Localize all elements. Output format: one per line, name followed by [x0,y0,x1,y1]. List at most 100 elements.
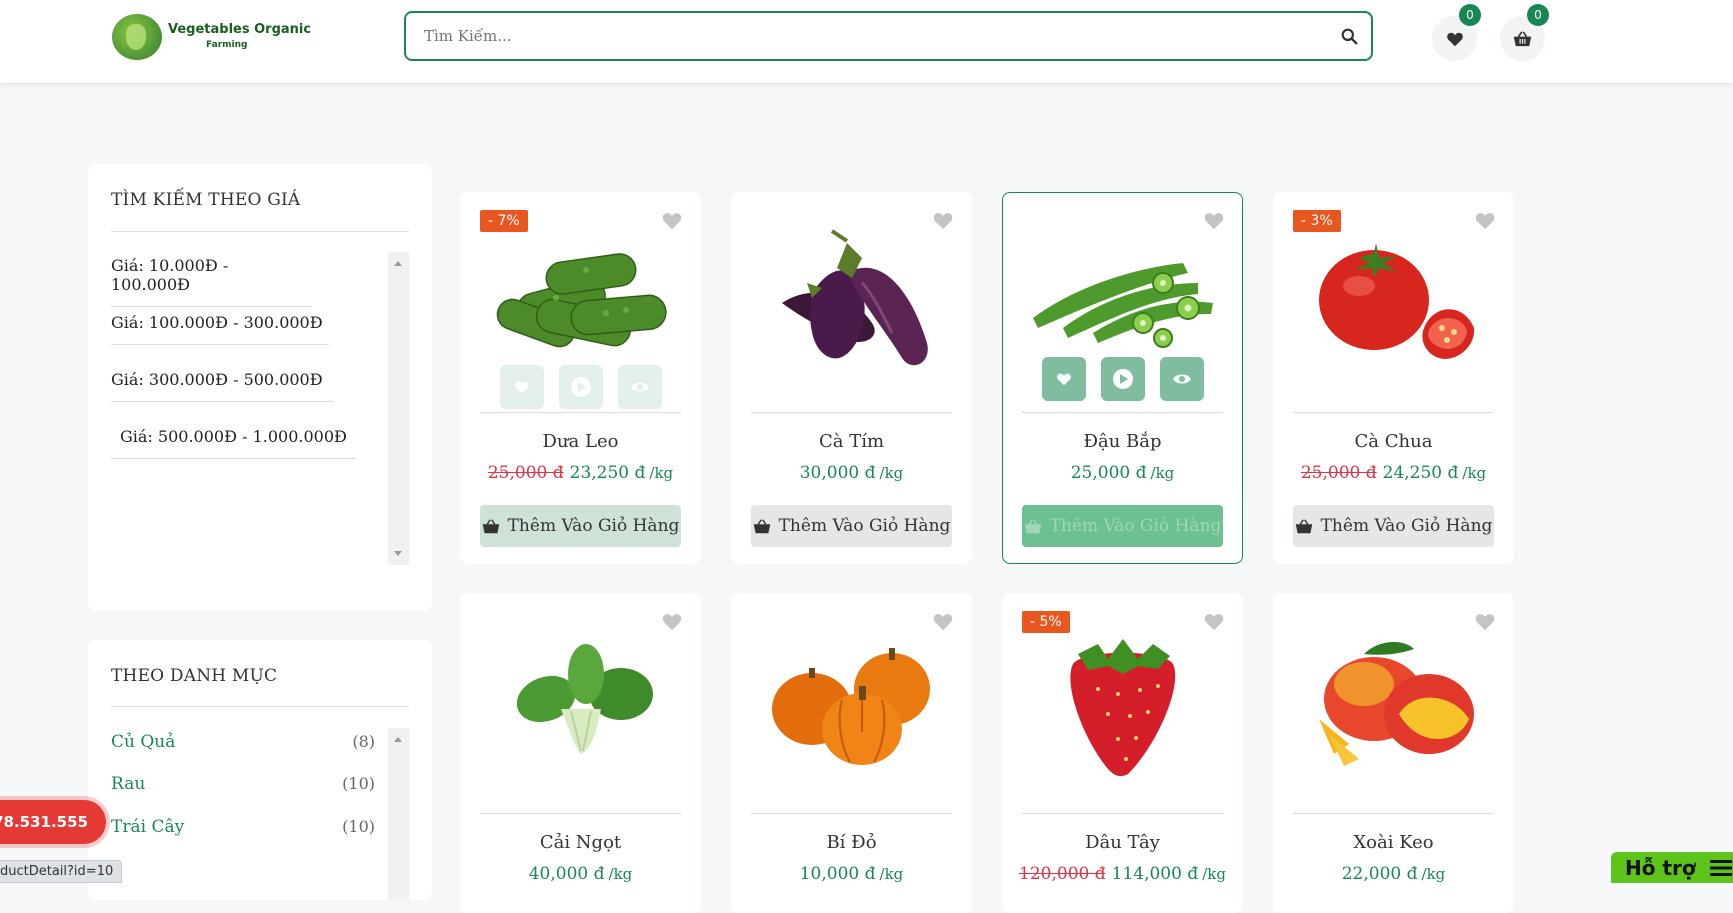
price-range-100k-300k[interactable]: Giá: 100.000Đ - 300.000Đ [111,313,329,345]
product-card[interactable]: - 7% Dưa Leo 25,000 đ 23,250 đ/kg Thêm Và… [460,192,701,564]
add-to-cart-button[interactable]: Thêm Vào Giỏ Hàng [751,505,952,547]
heart-icon [514,381,529,394]
category-name[interactable]: Trái Cây [111,817,184,837]
category-name[interactable]: Củ Quả [111,732,175,752]
price-filter-panel: TÌM KIẾM THEO GIÁ Giá: 10.000Đ - 100.000… [88,164,432,611]
quick-actions [1003,357,1242,401]
product-image-pumpkins[interactable] [732,624,971,784]
product-card[interactable]: - 5% Dâu Tây 120,000 đ 114,000 đ/kg [1002,593,1243,913]
category-name[interactable]: Rau [111,774,145,794]
old-price: 120,000 đ [1019,864,1106,884]
product-image-mango[interactable] [1274,624,1513,784]
add-to-cart-label: Thêm Vào Giỏ Hàng [1049,516,1222,536]
wishlist-button[interactable]: 0 [1432,4,1481,61]
cart-count-badge: 0 [1527,4,1549,26]
product-image-cucumbers[interactable] [461,223,700,383]
add-wishlist-button[interactable] [1041,357,1086,401]
eye-icon [1172,374,1191,384]
play-video-button[interactable] [1100,357,1145,401]
price-unit: /kg [1421,865,1446,883]
search-bar [404,11,1373,61]
divider [480,412,681,413]
current-price: 22,000 đ [1341,864,1418,884]
add-to-cart-button[interactable]: Thêm Vào Giỏ Hàng [480,505,681,547]
category-count: (10) [342,817,375,836]
site-logo[interactable]: Vegetables Organic Farming [112,14,311,60]
scroll-up-arrow-icon[interactable] [394,261,402,266]
product-card[interactable]: Đậu Bắp 25,000 đ/kg Thêm Vào Giỏ Hàng [1002,192,1243,564]
product-name[interactable]: Cà Tím [732,431,971,452]
product-name[interactable]: Cải Ngọt [461,832,700,853]
product-name[interactable]: Dưa Leo [461,431,700,452]
logo-subtitle: Farming [206,39,248,50]
product-name[interactable]: Dâu Tây [1003,832,1242,853]
play-icon [570,377,591,397]
hotline-button[interactable]: 78.531.555 [0,800,106,844]
product-card[interactable]: Cà Tím 30,000 đ/kg Thêm Vào Giỏ Hàng [731,192,972,564]
product-name[interactable]: Đậu Bắp [1003,431,1242,452]
product-image-eggplants[interactable] [732,223,971,383]
divider [1022,813,1223,814]
price-range-500k-1m[interactable]: Giá: 500.000Đ - 1.000.000Đ [111,427,356,459]
add-to-cart-label: Thêm Vào Giỏ Hàng [778,516,951,536]
price-filter-scrollbar[interactable] [388,252,409,565]
basket-icon [753,518,770,533]
play-icon [1112,369,1133,389]
product-name[interactable]: Bí Đỏ [732,832,971,853]
quick-view-button[interactable] [1159,357,1204,401]
add-to-cart-button[interactable]: Thêm Vào Giỏ Hàng [1022,505,1223,547]
cart-button[interactable]: 0 [1500,4,1549,61]
product-price: 120,000 đ 114,000 đ/kg [1003,864,1242,884]
logo-vegetable-icon [112,14,162,60]
product-price: 25,000 đ/kg [1003,463,1242,483]
add-to-cart-button[interactable]: Thêm Vào Giỏ Hàng [1293,505,1494,547]
price-unit: /kg [649,464,674,482]
heart-icon [1056,373,1071,386]
search-button[interactable] [1327,14,1371,58]
divider [111,706,409,707]
search-icon [1341,28,1357,44]
price-range-300k-500k[interactable]: Giá: 300.000Đ - 500.000Đ [111,370,334,402]
product-image-bok-choy[interactable] [461,624,700,784]
product-card[interactable]: - 3% Cà Chua 25,000 đ 24,250 đ/kg Thêm Và… [1273,192,1514,564]
basket-icon [1513,30,1532,46]
category-item-trai-cay[interactable]: Trái Cây (10) [111,817,375,837]
product-name[interactable]: Xoài Keo [1274,832,1513,853]
quick-view-button[interactable] [617,365,662,409]
site-header: Vegetables Organic Farming 0 0 [0,0,1733,83]
current-price: 30,000 đ [799,463,876,483]
search-input[interactable] [422,26,1327,46]
price-unit: /kg [1462,464,1487,482]
price-range-10k-100k[interactable]: Giá: 10.000Đ - 100.000Đ [111,256,311,307]
basket-icon [482,518,499,533]
category-count: (10) [342,774,375,793]
divider [751,412,952,413]
category-count: (8) [352,732,375,751]
product-price: 30,000 đ/kg [732,463,971,483]
product-image-strawberry[interactable] [1003,624,1242,784]
support-chat-button[interactable]: Hỗ trợ [1611,852,1733,883]
status-url-tooltip: ductDetail?id=10 [0,860,123,883]
category-scrollbar[interactable] [388,728,409,900]
category-filter-title: THEO DANH MỤC [111,666,278,686]
product-price: 40,000 đ/kg [461,864,700,884]
add-wishlist-button[interactable] [499,365,544,409]
hotline-number: 78.531.555 [0,813,88,831]
product-image-tomato[interactable] [1274,223,1513,383]
play-video-button[interactable] [558,365,603,409]
scroll-up-arrow-icon[interactable] [394,737,402,742]
price-filter-title: TÌM KIẾM THEO GIÁ [111,190,301,210]
old-price: 25,000 đ [1300,463,1377,483]
add-to-cart-label: Thêm Vào Giỏ Hàng [507,516,680,536]
product-name[interactable]: Cà Chua [1274,431,1513,452]
category-item-rau[interactable]: Rau (10) [111,774,375,794]
current-price: 25,000 đ [1070,463,1147,483]
product-card[interactable]: Xoài Keo 22,000 đ/kg [1273,593,1514,913]
category-item-cu-qua[interactable]: Củ Quả (8) [111,732,375,752]
product-price: 25,000 đ 23,250 đ/kg [461,463,700,483]
product-card[interactable]: Cải Ngọt 40,000 đ/kg [460,593,701,913]
divider [480,813,681,814]
scroll-down-arrow-icon[interactable] [394,551,402,556]
product-card[interactable]: Bí Đỏ 10,000 đ/kg [731,593,972,913]
divider [751,813,952,814]
